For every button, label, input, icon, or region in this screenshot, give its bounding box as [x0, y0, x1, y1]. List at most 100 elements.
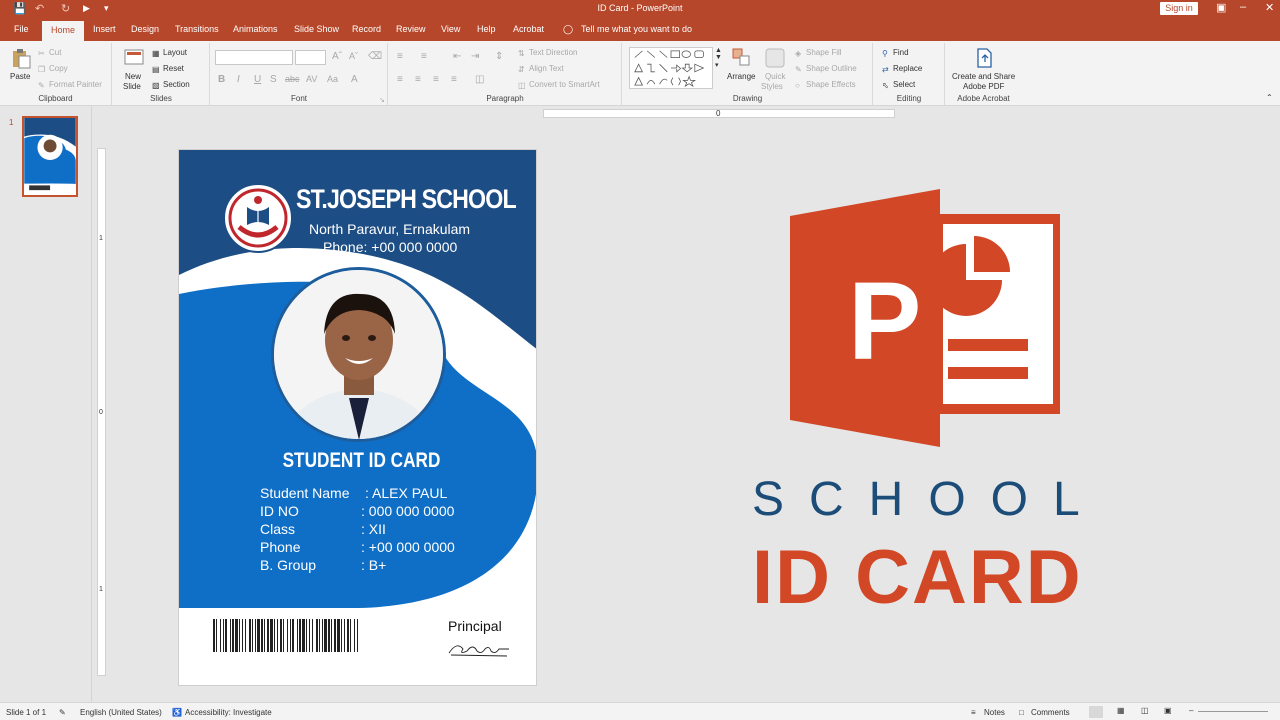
- align-center-icon[interactable]: ≡: [415, 74, 421, 85]
- student-photo[interactable]: [271, 267, 446, 442]
- font-size-input[interactable]: [295, 50, 326, 65]
- quick-styles-dropdown[interactable]: Styles: [761, 82, 783, 91]
- close-icon[interactable]: ✕: [1265, 1, 1274, 14]
- layout-icon: ▦: [152, 49, 160, 58]
- tab-home[interactable]: Home: [42, 21, 85, 41]
- shapes-gallery[interactable]: [629, 47, 713, 89]
- section-button[interactable]: ▧ Section: [152, 80, 190, 90]
- select-button[interactable]: ⬁ Select: [882, 80, 915, 90]
- spelling-icon[interactable]: ✎: [59, 708, 66, 717]
- tab-file[interactable]: File: [14, 24, 29, 34]
- normal-view-icon[interactable]: [1089, 706, 1103, 718]
- shadow-icon[interactable]: S: [270, 74, 277, 85]
- editing-label: Editing: [896, 94, 922, 103]
- create-share-pdf-button[interactable]: Create and Share: [952, 72, 1015, 81]
- change-case-icon[interactable]: Aa: [327, 74, 338, 84]
- character-spacing-icon[interactable]: AV: [306, 74, 317, 84]
- copy-button[interactable]: ❐ Copy: [38, 64, 68, 74]
- barcode-bar: [354, 619, 355, 652]
- slide-sorter-icon[interactable]: ▦: [1117, 706, 1125, 715]
- text-direction-button[interactable]: ⇅ Text Direction: [518, 48, 577, 58]
- reading-view-icon[interactable]: ◫: [1141, 706, 1149, 715]
- sign-in-button[interactable]: Sign in: [1160, 2, 1198, 15]
- reset-button[interactable]: ▤ Reset: [152, 64, 184, 74]
- increase-indent-icon[interactable]: ⇥: [471, 51, 479, 62]
- minimize-icon[interactable]: –: [1240, 1, 1246, 13]
- font-color-icon[interactable]: A: [351, 74, 358, 85]
- tell-me-search[interactable]: Tell me what you want to do: [581, 24, 692, 34]
- tab-help[interactable]: Help: [477, 24, 496, 34]
- tab-insert[interactable]: Insert: [93, 24, 116, 34]
- drawing-group: ▲ ▼ ▾ Arrange Quick Styles ◈ Shape Fill ✎ Sh…: [623, 43, 873, 105]
- tab-design[interactable]: Design: [131, 24, 159, 34]
- layout-button[interactable]: ▦ Layout: [152, 48, 187, 58]
- accessibility-icon: ♿: [172, 708, 182, 717]
- shape-effects-button[interactable]: ○ Shape Effects: [795, 80, 856, 90]
- tab-acrobat[interactable]: Acrobat: [513, 24, 544, 34]
- quick-styles-icon[interactable]: [764, 47, 786, 69]
- new-slide-button[interactable]: New: [125, 72, 141, 81]
- underline-icon[interactable]: U: [254, 74, 261, 85]
- line-spacing-icon[interactable]: ⇕: [495, 51, 503, 62]
- comments-button[interactable]: Comments: [1031, 708, 1070, 717]
- tab-view[interactable]: View: [441, 24, 460, 34]
- bold-icon[interactable]: B: [218, 74, 225, 85]
- font-name-input[interactable]: [215, 50, 293, 65]
- tab-slide-show[interactable]: Slide Show: [294, 24, 339, 34]
- ribbon-display-options-icon[interactable]: ▣: [1216, 1, 1226, 14]
- shape-outline-button[interactable]: ✎ Shape Outline: [795, 64, 857, 74]
- paste-icon[interactable]: [10, 47, 32, 69]
- slideshow-view-icon[interactable]: ▣: [1164, 706, 1172, 715]
- align-right-icon[interactable]: ≡: [433, 74, 439, 85]
- comments-icon: □: [1019, 708, 1024, 717]
- language-status[interactable]: English (United States): [80, 708, 162, 717]
- italic-icon[interactable]: I: [237, 74, 240, 85]
- cut-button[interactable]: ✂ Cut: [38, 48, 61, 58]
- collapse-ribbon-icon[interactable]: ⌃: [1266, 93, 1273, 102]
- barcode-bar: [328, 619, 330, 652]
- accessibility-status[interactable]: Accessibility: Investigate: [185, 708, 272, 717]
- field-label-blood-group: B. Group: [260, 557, 317, 573]
- barcode-bar: [316, 619, 318, 652]
- convert-smartart-button[interactable]: ◫ Convert to SmartArt: [518, 80, 600, 90]
- tab-record[interactable]: Record: [352, 24, 381, 34]
- arrange-icon[interactable]: [731, 47, 753, 69]
- shapes-scroll-icon[interactable]: ▲ ▼ ▾: [715, 47, 722, 69]
- tab-transitions[interactable]: Transitions: [175, 24, 219, 34]
- increase-font-icon[interactable]: Aˆ: [332, 51, 342, 62]
- columns-icon[interactable]: ◫: [475, 74, 484, 85]
- notes-button[interactable]: Notes: [984, 708, 1005, 717]
- tab-animations[interactable]: Animations: [233, 24, 278, 34]
- pdf-icon[interactable]: [973, 47, 995, 69]
- bullets-icon[interactable]: ≡: [397, 51, 403, 62]
- quick-styles-button[interactable]: Quick: [765, 72, 785, 81]
- zoom-out-icon[interactable]: –: [1189, 706, 1193, 715]
- format-painter-button[interactable]: ✎ Format Painter: [38, 80, 102, 90]
- barcode-bar: [302, 619, 305, 652]
- align-left-icon[interactable]: ≡: [397, 74, 403, 85]
- justify-icon[interactable]: ≡: [451, 74, 457, 85]
- school-phone: Phone: +00 000 0000: [323, 239, 458, 255]
- tab-review[interactable]: Review: [396, 24, 426, 34]
- align-text-button[interactable]: ⇵ Align Text: [518, 64, 564, 74]
- new-slide-dropdown[interactable]: Slide: [123, 82, 141, 91]
- zoom-slider[interactable]: [1198, 711, 1268, 712]
- shape-fill-button[interactable]: ◈ Shape Fill: [795, 48, 842, 58]
- new-slide-icon[interactable]: [123, 47, 145, 69]
- numbering-icon[interactable]: ≡: [421, 51, 427, 62]
- text-direction-icon: ⇅: [518, 49, 525, 58]
- decrease-font-icon[interactable]: Aˇ: [349, 51, 358, 61]
- id-card[interactable]: ST.JOSEPH SCHOOL North Paravur, Ernakula…: [178, 149, 537, 686]
- paint-bucket-icon: ◈: [795, 49, 802, 58]
- paste-button[interactable]: Paste: [10, 72, 30, 81]
- arrange-button[interactable]: Arrange: [727, 72, 755, 81]
- slide-thumbnail[interactable]: [22, 116, 78, 197]
- strikethrough-icon[interactable]: abc: [285, 74, 300, 84]
- find-button[interactable]: ⚲ Find: [882, 48, 909, 58]
- replace-button[interactable]: ⇄ Replace: [882, 64, 922, 74]
- barcode-bar: [270, 619, 273, 652]
- effects-icon: ○: [795, 81, 800, 90]
- decrease-indent-icon[interactable]: ⇤: [453, 51, 461, 62]
- status-bar: Slide 1 of 1 ✎ English (United States) ♿…: [0, 702, 1280, 720]
- clear-formatting-icon[interactable]: ⌫: [368, 51, 382, 62]
